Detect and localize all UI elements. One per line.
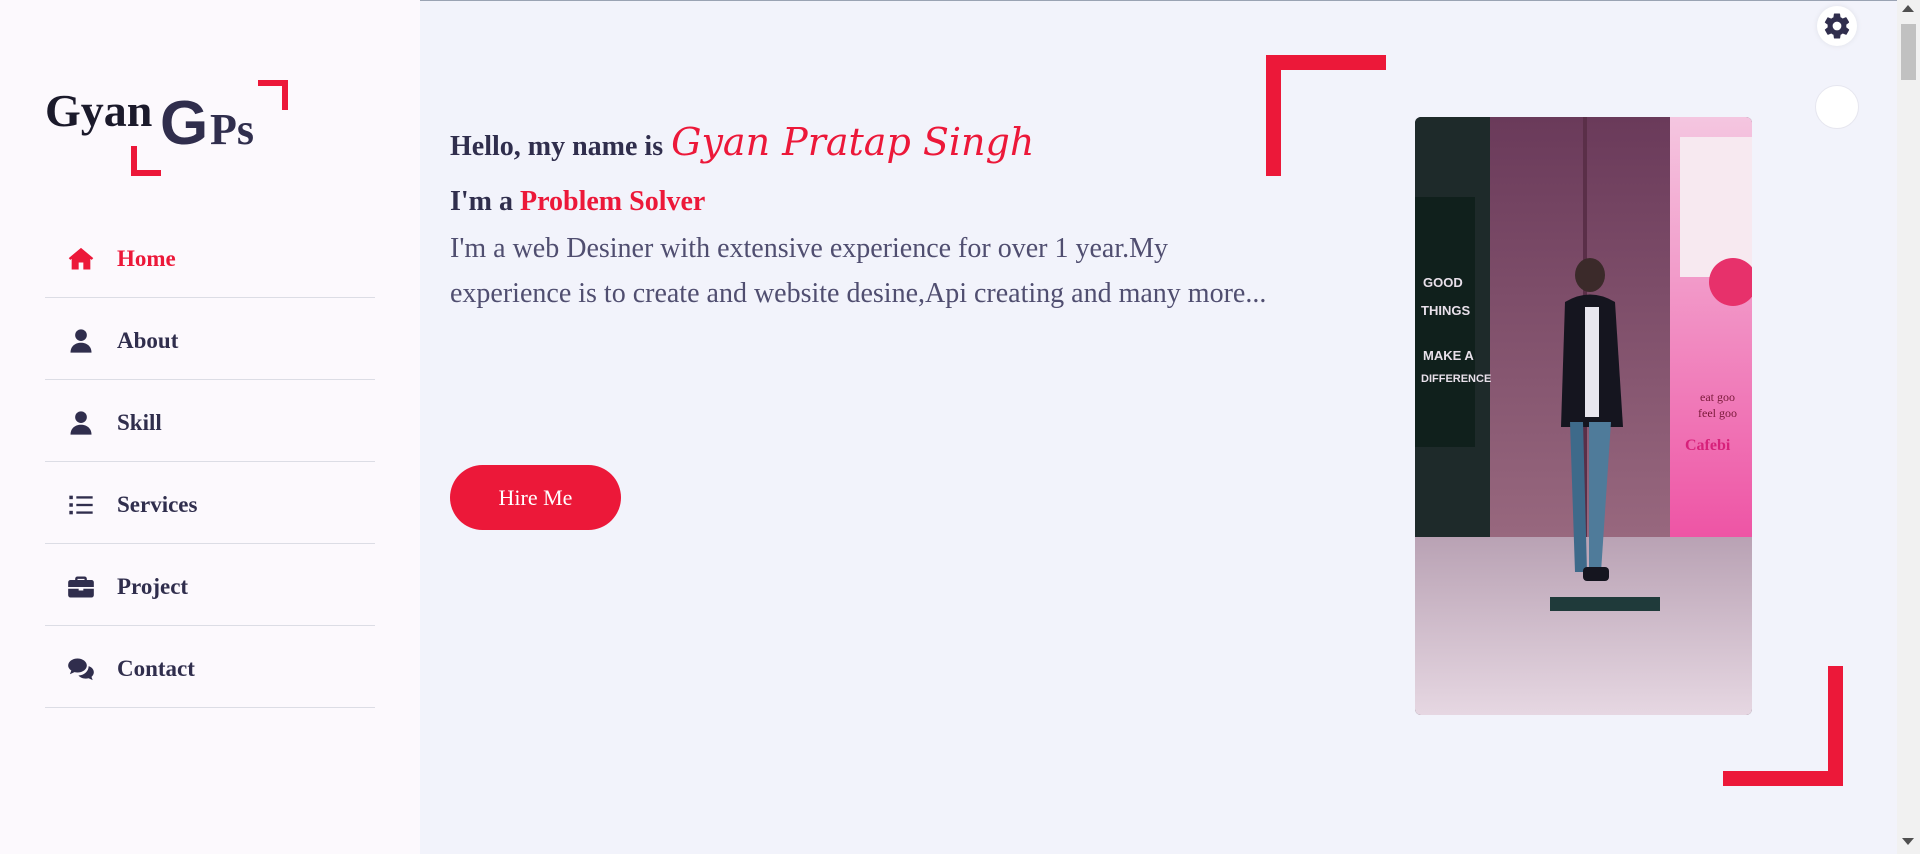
svg-text:MAKE A: MAKE A [1423, 348, 1474, 363]
svg-text:THINGS: THINGS [1421, 303, 1470, 318]
home-icon [67, 244, 103, 274]
user-icon [67, 408, 103, 438]
svg-text:eat goo: eat goo [1700, 390, 1735, 404]
sidebar-item-skill[interactable]: Skill [45, 380, 375, 462]
logo-text-ps: Ps [210, 105, 254, 154]
style-switcher-toggle[interactable] [1817, 6, 1857, 46]
list-icon [67, 490, 103, 520]
sidebar-item-label: Contact [117, 655, 195, 681]
user-icon [67, 326, 103, 356]
day-night-toggle[interactable] [1815, 85, 1859, 129]
profession: I'm a Problem Solver [450, 186, 705, 218]
sidebar-item-label: Services [117, 491, 198, 517]
sidebar-item-label: Project [117, 573, 189, 599]
scroll-down-arrow-icon[interactable] [1902, 838, 1914, 845]
scrollbar-thumb[interactable] [1901, 24, 1916, 80]
sidebar-item-label: About [117, 327, 179, 353]
logo[interactable]: Gyan G Ps [45, 80, 295, 180]
logo-text-g: G [160, 89, 209, 158]
profession-typed: Problem Solver [520, 186, 706, 217]
sidebar-item-services[interactable]: Services [45, 462, 375, 544]
logo-corner-bottom-left [131, 146, 161, 176]
scroll-up-arrow-icon[interactable] [1902, 5, 1914, 12]
profile-photo: GOOD THINGS MAKE A DIFFERENCE eat goo fe… [1415, 117, 1752, 715]
svg-text:DIFFERENCE: DIFFERENCE [1421, 373, 1491, 385]
svg-text:GOOD: GOOD [1423, 275, 1463, 290]
sidebar-item-label: Skill [117, 409, 162, 435]
profession-prefix: I'm a [450, 186, 513, 217]
hire-me-button[interactable]: Hire Me [450, 465, 621, 530]
sidebar: Gyan G Ps Home About Skill Services Proj… [0, 0, 420, 854]
svg-text:Cafebi: Cafebi [1685, 437, 1731, 454]
comments-icon [67, 654, 103, 684]
greeting-text: Hello, my name is [450, 131, 664, 162]
sidebar-item-contact[interactable]: Contact [45, 626, 375, 708]
description: I'm a web Desiner with extensive experie… [450, 233, 1267, 309]
sidebar-item-project[interactable]: Project [45, 544, 375, 626]
gear-icon [1824, 13, 1850, 39]
sidebar-item-home[interactable]: Home [45, 216, 375, 298]
greeting: Hello, my name is Gyan Pratap Singh [450, 120, 1034, 164]
person-name: Gyan Pratap Singh [671, 120, 1035, 164]
vertical-scrollbar[interactable] [1897, 0, 1920, 854]
sidebar-nav: Home About Skill Services Project Contac… [45, 216, 375, 708]
svg-text:feel goo: feel goo [1698, 406, 1737, 420]
sidebar-item-label: Home [117, 245, 176, 271]
briefcase-icon [67, 572, 103, 602]
logo-text-gyan: Gyan [45, 85, 153, 136]
photo-frame-corner-top-left [1266, 55, 1386, 176]
logo-corner-top-right [258, 80, 288, 110]
home-section: Hello, my name is Gyan Pratap Singh I'm … [420, 0, 1900, 854]
sidebar-item-about[interactable]: About [45, 298, 375, 380]
